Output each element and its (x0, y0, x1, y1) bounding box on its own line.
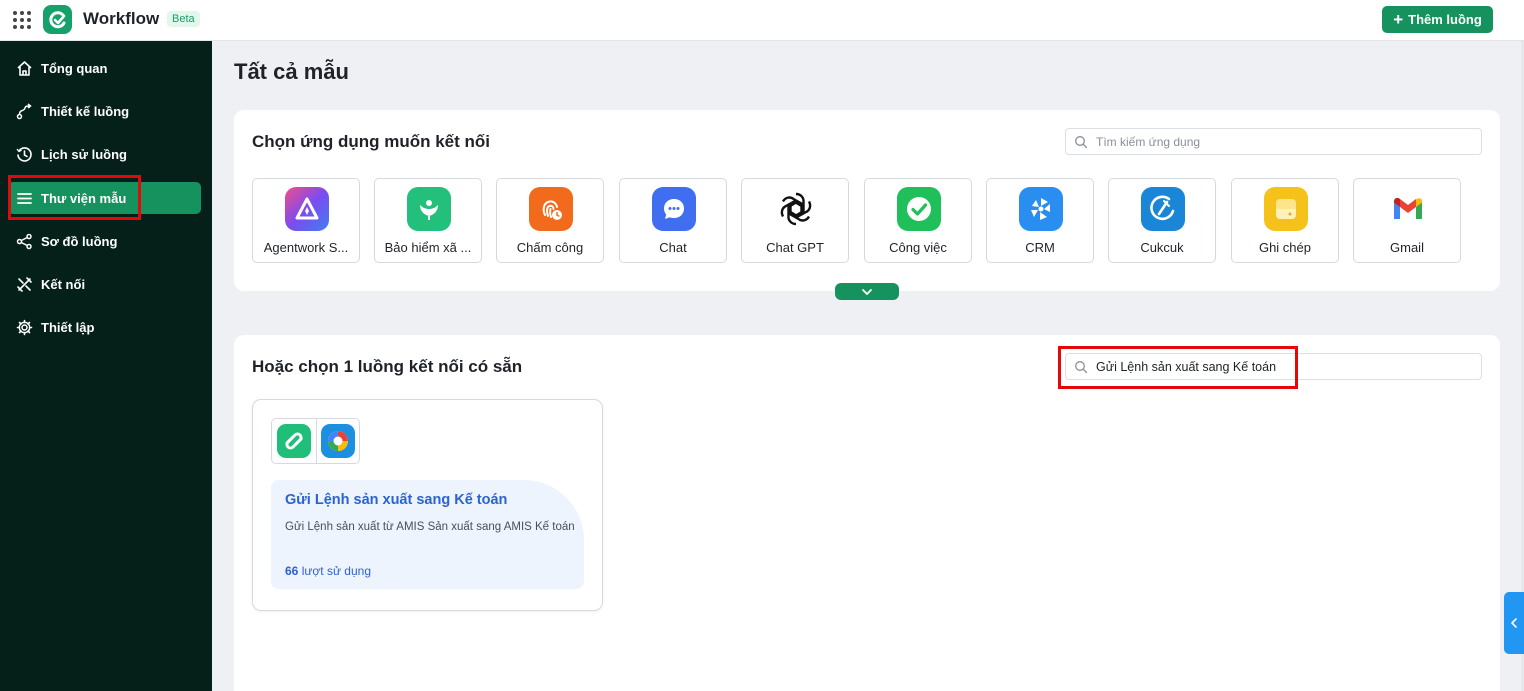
gear-icon (15, 318, 33, 336)
flows-section: Hoặc chọn 1 luồng kết nối có sẵn Gửi Lện… (234, 335, 1500, 691)
app-tile-chatgpt[interactable]: Chat GPT (741, 178, 849, 263)
sidebar-item-flow-history[interactable]: Lịch sử luồng (8, 138, 201, 170)
amis-accounting-icon (315, 419, 360, 463)
sidebar-item-connections[interactable]: Kết nối (8, 268, 201, 300)
sidebar-item-label: Lịch sử luồng (41, 146, 127, 162)
page-title: Tất cả mẫu (234, 59, 349, 84)
chevron-down-icon (862, 288, 872, 295)
app-label: Gmail (1390, 240, 1424, 255)
apps-section-title: Chọn ứng dụng muốn kết nối (252, 132, 490, 151)
app-grid-icon[interactable] (11, 9, 31, 29)
sidebar-item-label: Thiết kế luồng (41, 103, 130, 119)
note-icon (1264, 187, 1308, 231)
template-body: Gửi Lệnh sản xuất sang Kế toán Gửi Lệnh … (271, 480, 584, 589)
app-label: CRM (1025, 240, 1055, 255)
app-tile-tasks[interactable]: Công việc (864, 178, 972, 263)
amis-production-icon (272, 419, 316, 463)
crm-icon (1019, 187, 1063, 231)
template-usage: 66 lượt sử dụng (285, 564, 371, 578)
app-search-input[interactable]: Tìm kiếm ứng dụng (1065, 128, 1482, 155)
fingerprint-icon (529, 187, 573, 231)
agentwork-icon (285, 187, 329, 231)
cukcuk-icon (1141, 187, 1185, 231)
app-tile-crm[interactable]: CRM (986, 178, 1094, 263)
sidebar-item-label: Thiết lập (41, 319, 95, 335)
template-title[interactable]: Gửi Lệnh sản xuất sang Kế toán (285, 492, 507, 508)
app-tile-social-insurance[interactable]: Bảo hiểm xã ... (374, 178, 482, 263)
app-tile-agentwork[interactable]: Agentwork S... (252, 178, 360, 263)
plus-icon: + (1393, 10, 1404, 29)
app-tile-timekeeping[interactable]: Chấm công (496, 178, 604, 263)
home-icon (15, 59, 33, 77)
sidebar: Tổng quan Thiết kế luồng Lịch sử luồng T… (0, 41, 212, 691)
history-icon (15, 145, 33, 163)
usage-count: 66 (285, 564, 299, 578)
brand-name: Workflow (83, 9, 160, 28)
sidebar-item-label: Sơ đồ luồng (41, 233, 118, 249)
app-tile-notes[interactable]: Ghi chép (1231, 178, 1339, 263)
app-search-placeholder: Tìm kiếm ứng dụng (1096, 134, 1201, 149)
add-flow-button[interactable]: + Thêm luồng (1382, 6, 1493, 33)
usage-label: lượt sử dụng (301, 564, 372, 578)
sidebar-item-label: Tổng quan (41, 60, 108, 76)
chatgpt-icon (774, 187, 818, 231)
app-label: Chấm công (516, 240, 584, 255)
task-check-icon (897, 187, 941, 231)
chevron-left-icon (1511, 618, 1517, 628)
share-graph-icon (15, 232, 33, 250)
app-label: Chat (659, 240, 687, 255)
app-label: Bảo hiểm xã ... (384, 240, 472, 255)
gmail-icon (1386, 187, 1430, 231)
apps-section: Chọn ứng dụng muốn kết nối Tìm kiếm ứng … (234, 110, 1500, 291)
app-label: Ghi chép (1258, 240, 1312, 255)
add-flow-label: Thêm luồng (1408, 12, 1482, 27)
insurance-icon (407, 187, 451, 231)
app-label: Agentwork S... (263, 240, 349, 255)
connect-tools-icon (15, 275, 33, 293)
app-tile-gmail[interactable]: Gmail (1353, 178, 1461, 263)
sidebar-item-label: Kết nối (41, 276, 86, 292)
chat-icon (652, 187, 696, 231)
search-icon (1075, 135, 1088, 148)
app-label: Công việc (889, 240, 947, 255)
app-tile-cukcuk[interactable]: Cukcuk (1108, 178, 1216, 263)
side-panel-toggle[interactable] (1504, 592, 1524, 654)
highlight-box-sidebar (8, 175, 141, 220)
sidebar-item-flow-diagram[interactable]: Sơ đồ luồng (8, 225, 201, 257)
sidebar-item-settings[interactable]: Thiết lập (8, 311, 201, 343)
app-label: Chat GPT (766, 240, 824, 255)
beta-badge: Beta (167, 11, 200, 27)
app-label: Cukcuk (1140, 240, 1184, 255)
sidebar-item-flow-design[interactable]: Thiết kế luồng (8, 95, 201, 127)
sidebar-item-overview[interactable]: Tổng quan (8, 52, 201, 84)
template-description: Gửi Lệnh sản xuất từ AMIS Sản xuất sang … (285, 521, 575, 533)
highlight-box-search (1058, 346, 1298, 389)
template-app-icons (271, 418, 360, 464)
template-card[interactable]: Gửi Lệnh sản xuất sang Kế toán Gửi Lệnh … (252, 399, 603, 611)
top-bar: Workflow Beta + Thêm luồng (0, 0, 1524, 41)
app-tile-chat[interactable]: Chat (619, 178, 727, 263)
flows-section-title: Hoặc chọn 1 luồng kết nối có sẵn (252, 357, 523, 376)
flow-design-icon (15, 102, 33, 120)
workflow-logo-icon (43, 5, 72, 34)
expand-apps-button[interactable] (835, 283, 899, 300)
